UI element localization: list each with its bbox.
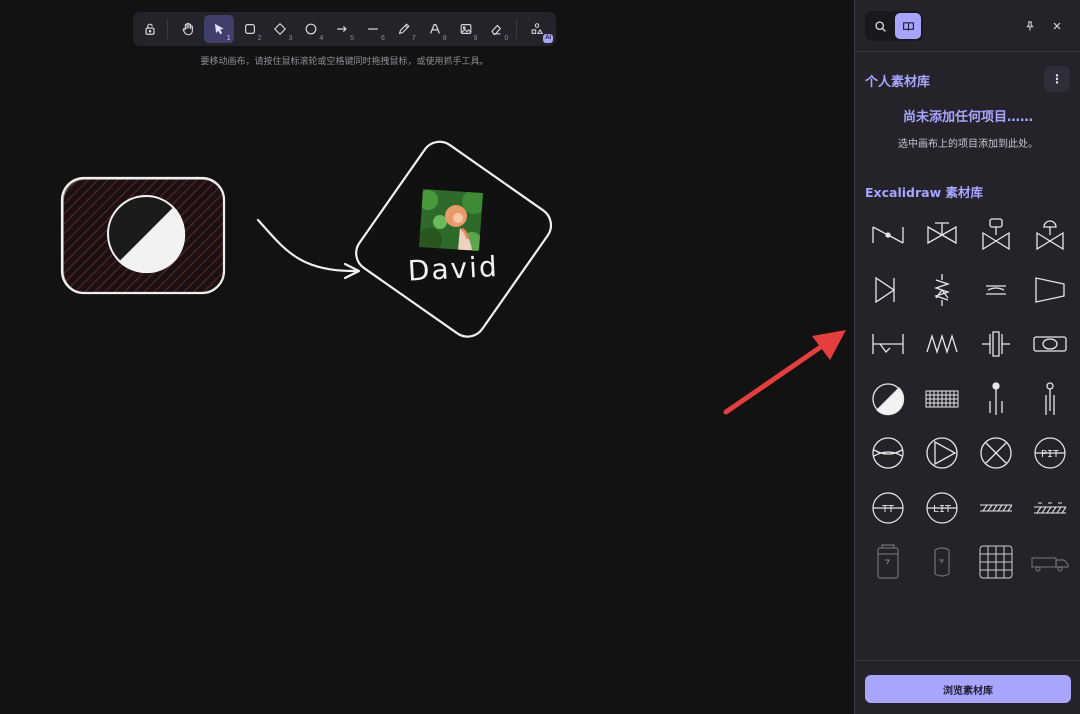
library-menu-button[interactable]: ⋮ — [1044, 66, 1070, 92]
filter-symbol — [925, 390, 959, 408]
reducer-symbol — [1035, 276, 1065, 303]
library-item-control-valve[interactable] — [1023, 208, 1077, 263]
sidebar-header — [855, 0, 1080, 52]
tab-library[interactable] — [895, 13, 921, 39]
sensor-probe-symbol — [989, 382, 1003, 415]
pipe-hatched-symbol — [980, 504, 1013, 512]
avatar-photo[interactable] — [415, 185, 487, 255]
library-item-filter[interactable] — [915, 372, 969, 427]
control-valve-symbol — [1036, 220, 1064, 251]
pipe-support-symbol — [1034, 502, 1067, 514]
library-item-check-valve[interactable] — [861, 263, 915, 318]
connector-arrow-shape[interactable] — [256, 218, 361, 280]
library-item-actuated-valve[interactable] — [969, 208, 1023, 263]
sidebar-tabs — [865, 11, 923, 41]
tab-search[interactable] — [867, 13, 893, 39]
svg-text:LIT: LIT — [933, 504, 951, 515]
valve-symbol — [872, 226, 904, 244]
library-item-pipe-hatched[interactable] — [969, 481, 1023, 536]
ball-valve-shape[interactable] — [107, 195, 186, 274]
lit-instrument-symbol: LIT — [926, 492, 958, 524]
library-item-valve[interactable] — [861, 208, 915, 263]
library-item-pump[interactable] — [861, 426, 915, 481]
handwritten-label[interactable]: David — [407, 249, 509, 294]
ball-valve-symbol — [872, 383, 905, 415]
library-sidebar: 个人素材库 ⋮ 尚未添加任何项目…… 选中画布上的项目添加到此处。 Excali… — [854, 0, 1080, 714]
tank-symbol — [877, 544, 899, 579]
canvas-drawing — [60, 140, 553, 338]
library-item-relief-valve[interactable] — [915, 263, 969, 318]
sidebar-footer: 浏览素材库 — [855, 660, 1080, 714]
tt-instrument-symbol: TT — [872, 492, 904, 524]
library-item-weir[interactable] — [861, 317, 915, 372]
library-item-thermowell[interactable] — [1023, 372, 1077, 427]
library-item-tt[interactable]: TT — [861, 481, 915, 536]
svg-text:TT: TT — [882, 504, 894, 515]
vessel-symbol — [934, 547, 950, 577]
library-item-grid[interactable] — [969, 535, 1023, 590]
library-item-flange[interactable] — [969, 317, 1023, 372]
close-button[interactable] — [1048, 17, 1066, 35]
library-item-ball-valve[interactable] — [861, 372, 915, 427]
empty-library-description: 选中画布上的项目添加到此处。 — [898, 139, 1038, 150]
orifice-symbol — [986, 285, 1006, 295]
library-item-gate-valve[interactable] — [915, 208, 969, 263]
empty-library-title: 尚未添加任何项目…… — [902, 110, 1033, 125]
library-item-orifice[interactable] — [969, 263, 1023, 318]
flange-symbol — [982, 331, 1010, 357]
library-item-pipe-support[interactable] — [1023, 481, 1077, 536]
weir-symbol — [872, 334, 904, 355]
svg-text:PIT: PIT — [1041, 449, 1059, 460]
excalidraw-library-title: Excalidraw 素材库 — [865, 185, 983, 200]
search-icon — [874, 20, 886, 32]
library-item-lit[interactable]: LIT — [915, 481, 969, 536]
actuated-valve-symbol — [982, 218, 1010, 251]
library-grid: PIT TT LIT — [861, 208, 1077, 590]
library-item-sensor-probe[interactable] — [969, 372, 1023, 427]
grid-symbol — [979, 545, 1013, 579]
library-item-spring[interactable] — [915, 317, 969, 372]
canvas[interactable]: 1 2 3 4 5 6 7 8 9 0 AI 要移动画布，请按住鼠标滚轮或空格键… — [0, 0, 854, 714]
truck-symbol — [1031, 557, 1069, 572]
flow-meter-symbol — [1033, 336, 1067, 352]
close-icon — [1053, 22, 1061, 30]
spring-symbol — [926, 334, 958, 355]
library-item-vessel[interactable] — [915, 535, 969, 590]
library-icon — [902, 21, 914, 31]
library-item-pump-play[interactable] — [915, 426, 969, 481]
check-valve-symbol — [875, 276, 896, 303]
pin-icon — [1026, 21, 1034, 31]
centrifugal-pump-symbol — [926, 437, 958, 469]
relief-valve-symbol — [933, 273, 951, 306]
library-item-reducer[interactable] — [1023, 263, 1077, 318]
gate-valve-symbol — [927, 222, 957, 245]
pit-instrument-symbol: PIT — [1034, 437, 1066, 469]
personal-library-title: 个人素材库 — [865, 75, 931, 90]
cross-circle-symbol — [980, 437, 1012, 469]
library-item-tank[interactable] — [861, 535, 915, 590]
pin-button[interactable] — [1021, 17, 1039, 35]
library-item-flow-meter[interactable] — [1023, 317, 1077, 372]
pump-symbol — [872, 437, 904, 469]
library-item-truck[interactable] — [1023, 535, 1077, 590]
thermowell-symbol — [1045, 382, 1055, 415]
library-item-pit[interactable]: PIT — [1023, 426, 1077, 481]
library-item-cross-circle[interactable] — [969, 426, 1023, 481]
browse-libraries-button[interactable]: 浏览素材库 — [865, 675, 1071, 703]
